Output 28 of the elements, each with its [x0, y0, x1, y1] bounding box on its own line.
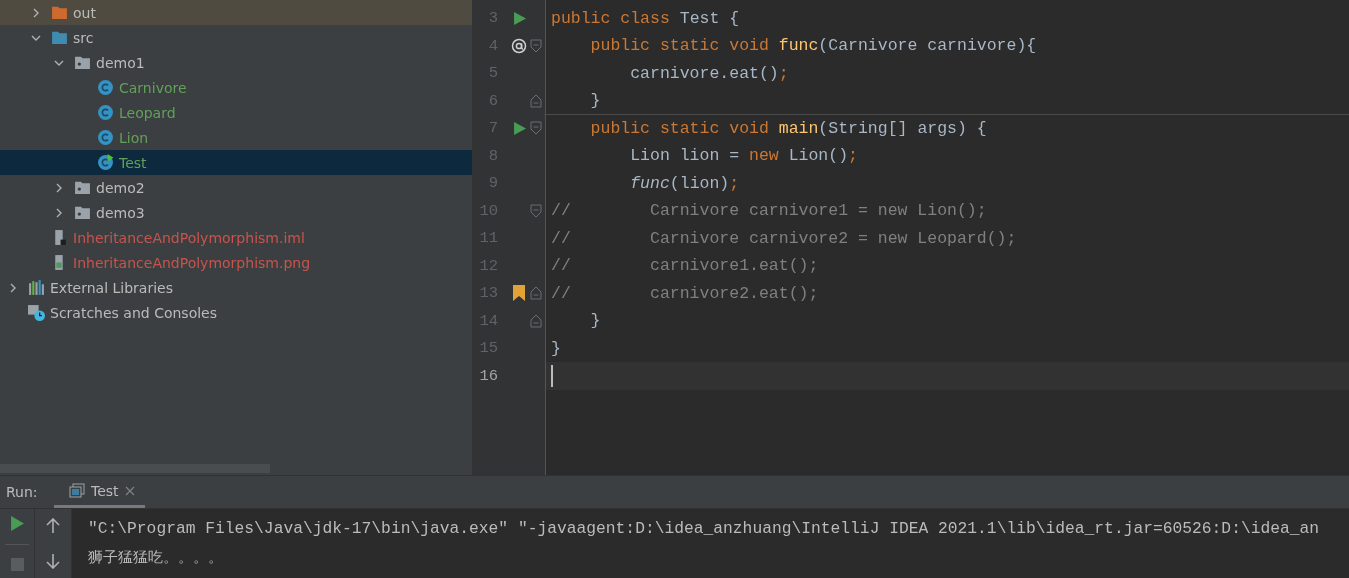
code-line: } — [589, 311, 601, 331]
code-line: public static void func(Carnivore carnivore){ — [589, 36, 1037, 56]
tree-item[interactable]: demo1 — [0, 50, 472, 75]
tree-item[interactable]: demo3 — [0, 200, 472, 225]
code-line: // carnivore1.eat(); — [551, 256, 819, 276]
console-line: 狮子猛猛吃。。。。 — [88, 547, 224, 568]
code-line: carnivore.eat(); — [629, 63, 789, 83]
tree-item[interactable]: Scratches and Consoles — [0, 300, 472, 325]
code-line: // carnivore2.eat(); — [551, 283, 819, 303]
console-line: "C:\Program Files\Java\jdk-17\bin\java.exe" "-javaagent:D:\idea_anzhuang\IntelliJ IDEA 2021.1\lib\idea_rt.jar=60526:D:\idea_an — [88, 518, 1320, 540]
code-line: // Carnivore carnivore2 = new Leopard(); — [551, 228, 1017, 248]
line-number: 16 — [478, 366, 498, 385]
tree-item[interactable]: out — [0, 0, 472, 25]
code-line: } — [589, 90, 601, 110]
run-label: Run: — [5, 483, 39, 502]
tree-item[interactable]: src — [0, 25, 472, 50]
code-line: } — [551, 338, 561, 358]
code-line: public static void main(String[] args) { — [589, 118, 987, 138]
code-line: Lion lion = new Lion(); — [629, 146, 858, 166]
tree-item[interactable]: demo2 — [0, 175, 472, 200]
tree-item[interactable]: Leopard — [0, 100, 472, 125]
code-line: func(lion); — [629, 173, 740, 193]
code-line: public class Test { — [551, 8, 740, 28]
tree-item[interactable]: Lion — [0, 125, 472, 150]
tree-item[interactable]: Test — [0, 150, 472, 175]
code-line: // Carnivore carnivore1 = new Lion(); — [551, 201, 987, 221]
tree-item[interactable]: External Libraries — [0, 275, 472, 300]
tree-item[interactable]: Carnivore — [0, 75, 472, 100]
